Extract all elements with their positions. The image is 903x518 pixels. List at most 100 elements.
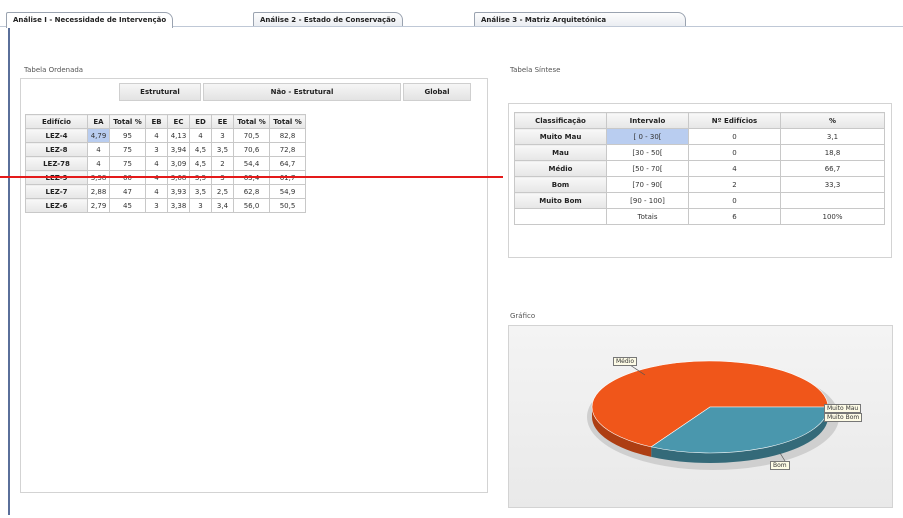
cell-classificacao: Bom <box>514 176 607 193</box>
cell[interactable]: 45 <box>109 198 146 213</box>
cell[interactable]: 4,79 <box>87 128 110 143</box>
cell[interactable]: [90 - 100] <box>606 192 689 209</box>
cell[interactable] <box>780 192 885 209</box>
summary-row[interactable]: Muito Bom [90 - 100] 0 <box>514 192 885 209</box>
cell[interactable]: 3,38 <box>167 198 190 213</box>
cell[interactable]: 3,1 <box>780 128 885 145</box>
cell[interactable]: 3,94 <box>167 142 190 157</box>
cell[interactable]: 3,5 <box>211 142 234 157</box>
cell-edificio: LEZ-8 <box>25 142 88 157</box>
cell-classificacao: Muito Bom <box>514 192 607 209</box>
cell[interactable]: 47 <box>109 184 146 199</box>
cell[interactable]: 3,09 <box>167 156 190 171</box>
cell[interactable]: 4,13 <box>167 128 190 143</box>
cell[interactable]: 4 <box>688 160 781 177</box>
summary-row[interactable]: Muito Mau [ 0 - 30[ 0 3,1 <box>514 128 885 145</box>
col-ed[interactable]: ED <box>189 114 212 129</box>
cell[interactable]: 3,5 <box>189 184 212 199</box>
cell[interactable]: 4 <box>145 156 168 171</box>
summary-row[interactable]: Médio [50 - 70[ 4 66,7 <box>514 160 885 177</box>
summary-total-row[interactable]: Totais 6 100% <box>514 208 885 225</box>
cell[interactable]: 4 <box>87 156 110 171</box>
cell[interactable]: 0 <box>688 192 781 209</box>
cell[interactable]: 54,9 <box>269 184 306 199</box>
cell[interactable]: 2,79 <box>87 198 110 213</box>
col-ee[interactable]: EE <box>211 114 234 129</box>
cell[interactable]: 3 <box>145 198 168 213</box>
col-percent[interactable]: % <box>780 112 885 129</box>
tab-matriz-arquitetonica[interactable]: Análise 3 - Matriz Arquitetónica <box>474 12 686 27</box>
cell[interactable]: [30 - 50[ <box>606 144 689 161</box>
cell[interactable]: 4 <box>189 128 212 143</box>
cell-edificio: LEZ-78 <box>25 156 88 171</box>
summary-header-row: Classificação Intervalo Nº Edifícios % <box>514 112 885 129</box>
cell[interactable]: 50,5 <box>269 198 306 213</box>
table-row[interactable]: LEZ-4 4,79 95 4 4,13 4 3 70,5 82,8 <box>25 128 306 143</box>
col-n-edificios[interactable]: Nº Edifícios <box>688 112 781 129</box>
cell[interactable]: 33,3 <box>780 176 885 193</box>
cell[interactable]: 3 <box>211 128 234 143</box>
summary-row[interactable]: Bom [70 - 90[ 2 33,3 <box>514 176 885 193</box>
col-classificacao[interactable]: Classificação <box>514 112 607 129</box>
cell[interactable]: 2,88 <box>87 184 110 199</box>
col-ec[interactable]: EC <box>167 114 190 129</box>
grafico-title: Gráfico <box>510 312 536 320</box>
cell[interactable]: 4,5 <box>189 156 212 171</box>
cell[interactable]: 4 <box>145 128 168 143</box>
table-row[interactable]: LEZ-7 2,88 47 4 3,93 3,5 2,5 62,8 54,9 <box>25 184 306 199</box>
cell[interactable]: 2,5 <box>211 184 234 199</box>
table-row[interactable]: LEZ-6 2,79 45 3 3,38 3 3,4 56,0 50,5 <box>25 198 306 213</box>
cell[interactable]: 95 <box>109 128 146 143</box>
cell[interactable]: 70,5 <box>233 128 270 143</box>
cell[interactable]: 4 <box>87 142 110 157</box>
cell-edificio: LEZ-4 <box>25 128 88 143</box>
cell[interactable]: 66,7 <box>780 160 885 177</box>
cell-classificacao: Muito Mau <box>514 128 607 145</box>
cell[interactable]: 54,4 <box>233 156 270 171</box>
cell-edificio: LEZ-7 <box>25 184 88 199</box>
cell[interactable]: 3,93 <box>167 184 190 199</box>
cell[interactable]: 2 <box>688 176 781 193</box>
cell[interactable]: 64,7 <box>269 156 306 171</box>
col-total-estrutural[interactable]: Total % <box>109 114 146 129</box>
cell[interactable]: 0 <box>688 144 781 161</box>
label-muito-mau: Muito Mau <box>824 404 862 413</box>
col-intervalo[interactable]: Intervalo <box>606 112 689 129</box>
cell[interactable]: 75 <box>109 156 146 171</box>
cell[interactable]: [70 - 90[ <box>606 176 689 193</box>
cell[interactable]: 70,6 <box>233 142 270 157</box>
col-total-nao-estrutural[interactable]: Total % <box>233 114 270 129</box>
group-nao-estrutural: Não - Estrutural <box>203 83 401 101</box>
cell[interactable]: 4 <box>145 184 168 199</box>
table-row[interactable]: LEZ-8 4 75 3 3,94 4,5 3,5 70,6 72,8 <box>25 142 306 157</box>
cell[interactable]: 2 <box>211 156 234 171</box>
cell[interactable]: 72,8 <box>269 142 306 157</box>
cell[interactable]: [50 - 70[ <box>606 160 689 177</box>
cell[interactable]: 3,4 <box>211 198 234 213</box>
summary-row[interactable]: Mau [30 - 50[ 0 18,8 <box>514 144 885 161</box>
group-estrutural: Estrutural <box>119 83 201 101</box>
tabela-ordenada-title: Tabela Ordenada <box>24 66 84 74</box>
cell-edificio: LEZ-6 <box>25 198 88 213</box>
table-header-row: Edifício EA Total % EB EC ED EE Total % … <box>25 114 306 129</box>
cell[interactable]: [ 0 - 30[ <box>606 128 689 145</box>
label-muito-bom: Muito Bom <box>824 413 863 422</box>
col-eb[interactable]: EB <box>145 114 168 129</box>
col-edificio[interactable]: Edifício <box>25 114 88 129</box>
cell[interactable]: 75 <box>109 142 146 157</box>
col-total-global[interactable]: Total % <box>269 114 306 129</box>
cell[interactable]: 3 <box>189 198 212 213</box>
cell[interactable]: 18,8 <box>780 144 885 161</box>
cell[interactable]: 4,5 <box>189 142 212 157</box>
total-count[interactable]: 6 <box>688 208 781 225</box>
cell[interactable]: 82,8 <box>269 128 306 143</box>
table-row[interactable]: LEZ-78 4 75 4 3,09 4,5 2 54,4 64,7 <box>25 156 306 171</box>
cell[interactable]: 62,8 <box>233 184 270 199</box>
col-ea[interactable]: EA <box>87 114 110 129</box>
total-percent[interactable]: 100% <box>780 208 885 225</box>
cell[interactable]: 3 <box>145 142 168 157</box>
tab-estado-conservacao[interactable]: Análise 2 - Estado de Conservação <box>253 12 403 27</box>
cell[interactable]: 56,0 <box>233 198 270 213</box>
tab-necessidade-intervencao[interactable]: Análise I - Necessidade de Intervenção <box>6 12 174 28</box>
cell[interactable]: 0 <box>688 128 781 145</box>
